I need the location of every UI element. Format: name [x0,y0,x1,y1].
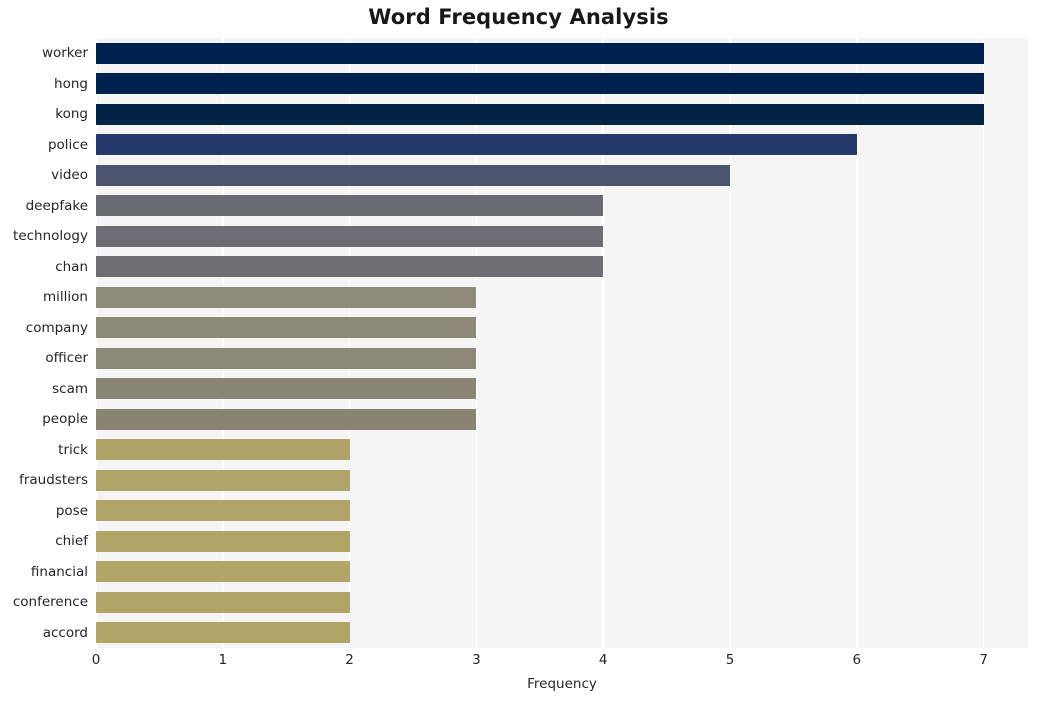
bar-trick[interactable] [96,439,350,461]
y-tick-label-deepfake: deepfake [25,197,88,214]
y-tick-label-hong: hong [54,75,88,92]
bar-hong[interactable] [96,73,984,95]
y-tick-label-people: people [42,411,88,428]
x-tick-label-0: 0 [91,652,101,668]
x-axis-title: Frequency [527,676,597,692]
x-tick-label-6: 6 [852,652,862,668]
bars-group [96,38,1028,648]
y-tick-label-pose: pose [55,502,88,519]
bar-fraudsters[interactable] [96,469,350,491]
y-tick-label-kong: kong [55,106,88,123]
bar-people[interactable] [96,408,477,430]
bar-company[interactable] [96,317,477,339]
plot-area [96,38,1028,648]
x-tick-label-2: 2 [345,652,354,668]
bar-conference[interactable] [96,591,350,613]
y-tick-label-police: police [47,136,88,153]
x-tick-label-3: 3 [472,652,481,668]
y-tick-label-company: company [25,319,88,336]
y-tick-label-fraudsters: fraudsters [19,472,88,489]
y-tick-label-trick: trick [58,441,88,458]
x-axis-tick-labels: 0 1 2 3 4 5 6 7 [0,652,1037,674]
y-tick-label-worker: worker [41,45,88,62]
bar-accord[interactable] [96,622,350,644]
bar-police[interactable] [96,134,857,156]
x-tick-label-4: 4 [598,652,608,668]
y-tick-label-million: million [43,289,88,306]
bar-million[interactable] [96,286,477,308]
x-tick-label-1: 1 [218,652,228,668]
bar-chief[interactable] [96,530,350,552]
y-tick-label-chan: chan [55,258,88,275]
y-tick-label-chief: chief [55,533,88,550]
y-tick-label-accord: accord [42,624,88,641]
bar-chan[interactable] [96,256,604,278]
bar-technology[interactable] [96,225,604,247]
y-tick-label-conference: conference [12,594,88,611]
y-tick-label-financial: financial [30,563,88,580]
x-tick-label-7: 7 [979,652,988,668]
y-tick-label-officer: officer [45,350,88,367]
bar-deepfake[interactable] [96,195,604,217]
bar-financial[interactable] [96,561,350,583]
y-tick-label-technology: technology [13,228,88,245]
bar-officer[interactable] [96,347,477,369]
chart-title: Word Frequency Analysis [368,5,669,29]
word-frequency-chart: Word Frequency Analysis worker hong kong po… [0,0,1037,701]
y-tick-label-video: video [51,167,88,184]
y-axis-tick-labels: worker hong kong police video deepfake technol… [0,38,88,648]
bar-video[interactable] [96,164,730,186]
bar-kong[interactable] [96,103,984,125]
bar-pose[interactable] [96,500,350,522]
y-tick-label-scam: scam [52,380,88,397]
bar-worker[interactable] [96,42,984,64]
x-tick-label-5: 5 [725,652,735,668]
bar-scam[interactable] [96,378,477,400]
